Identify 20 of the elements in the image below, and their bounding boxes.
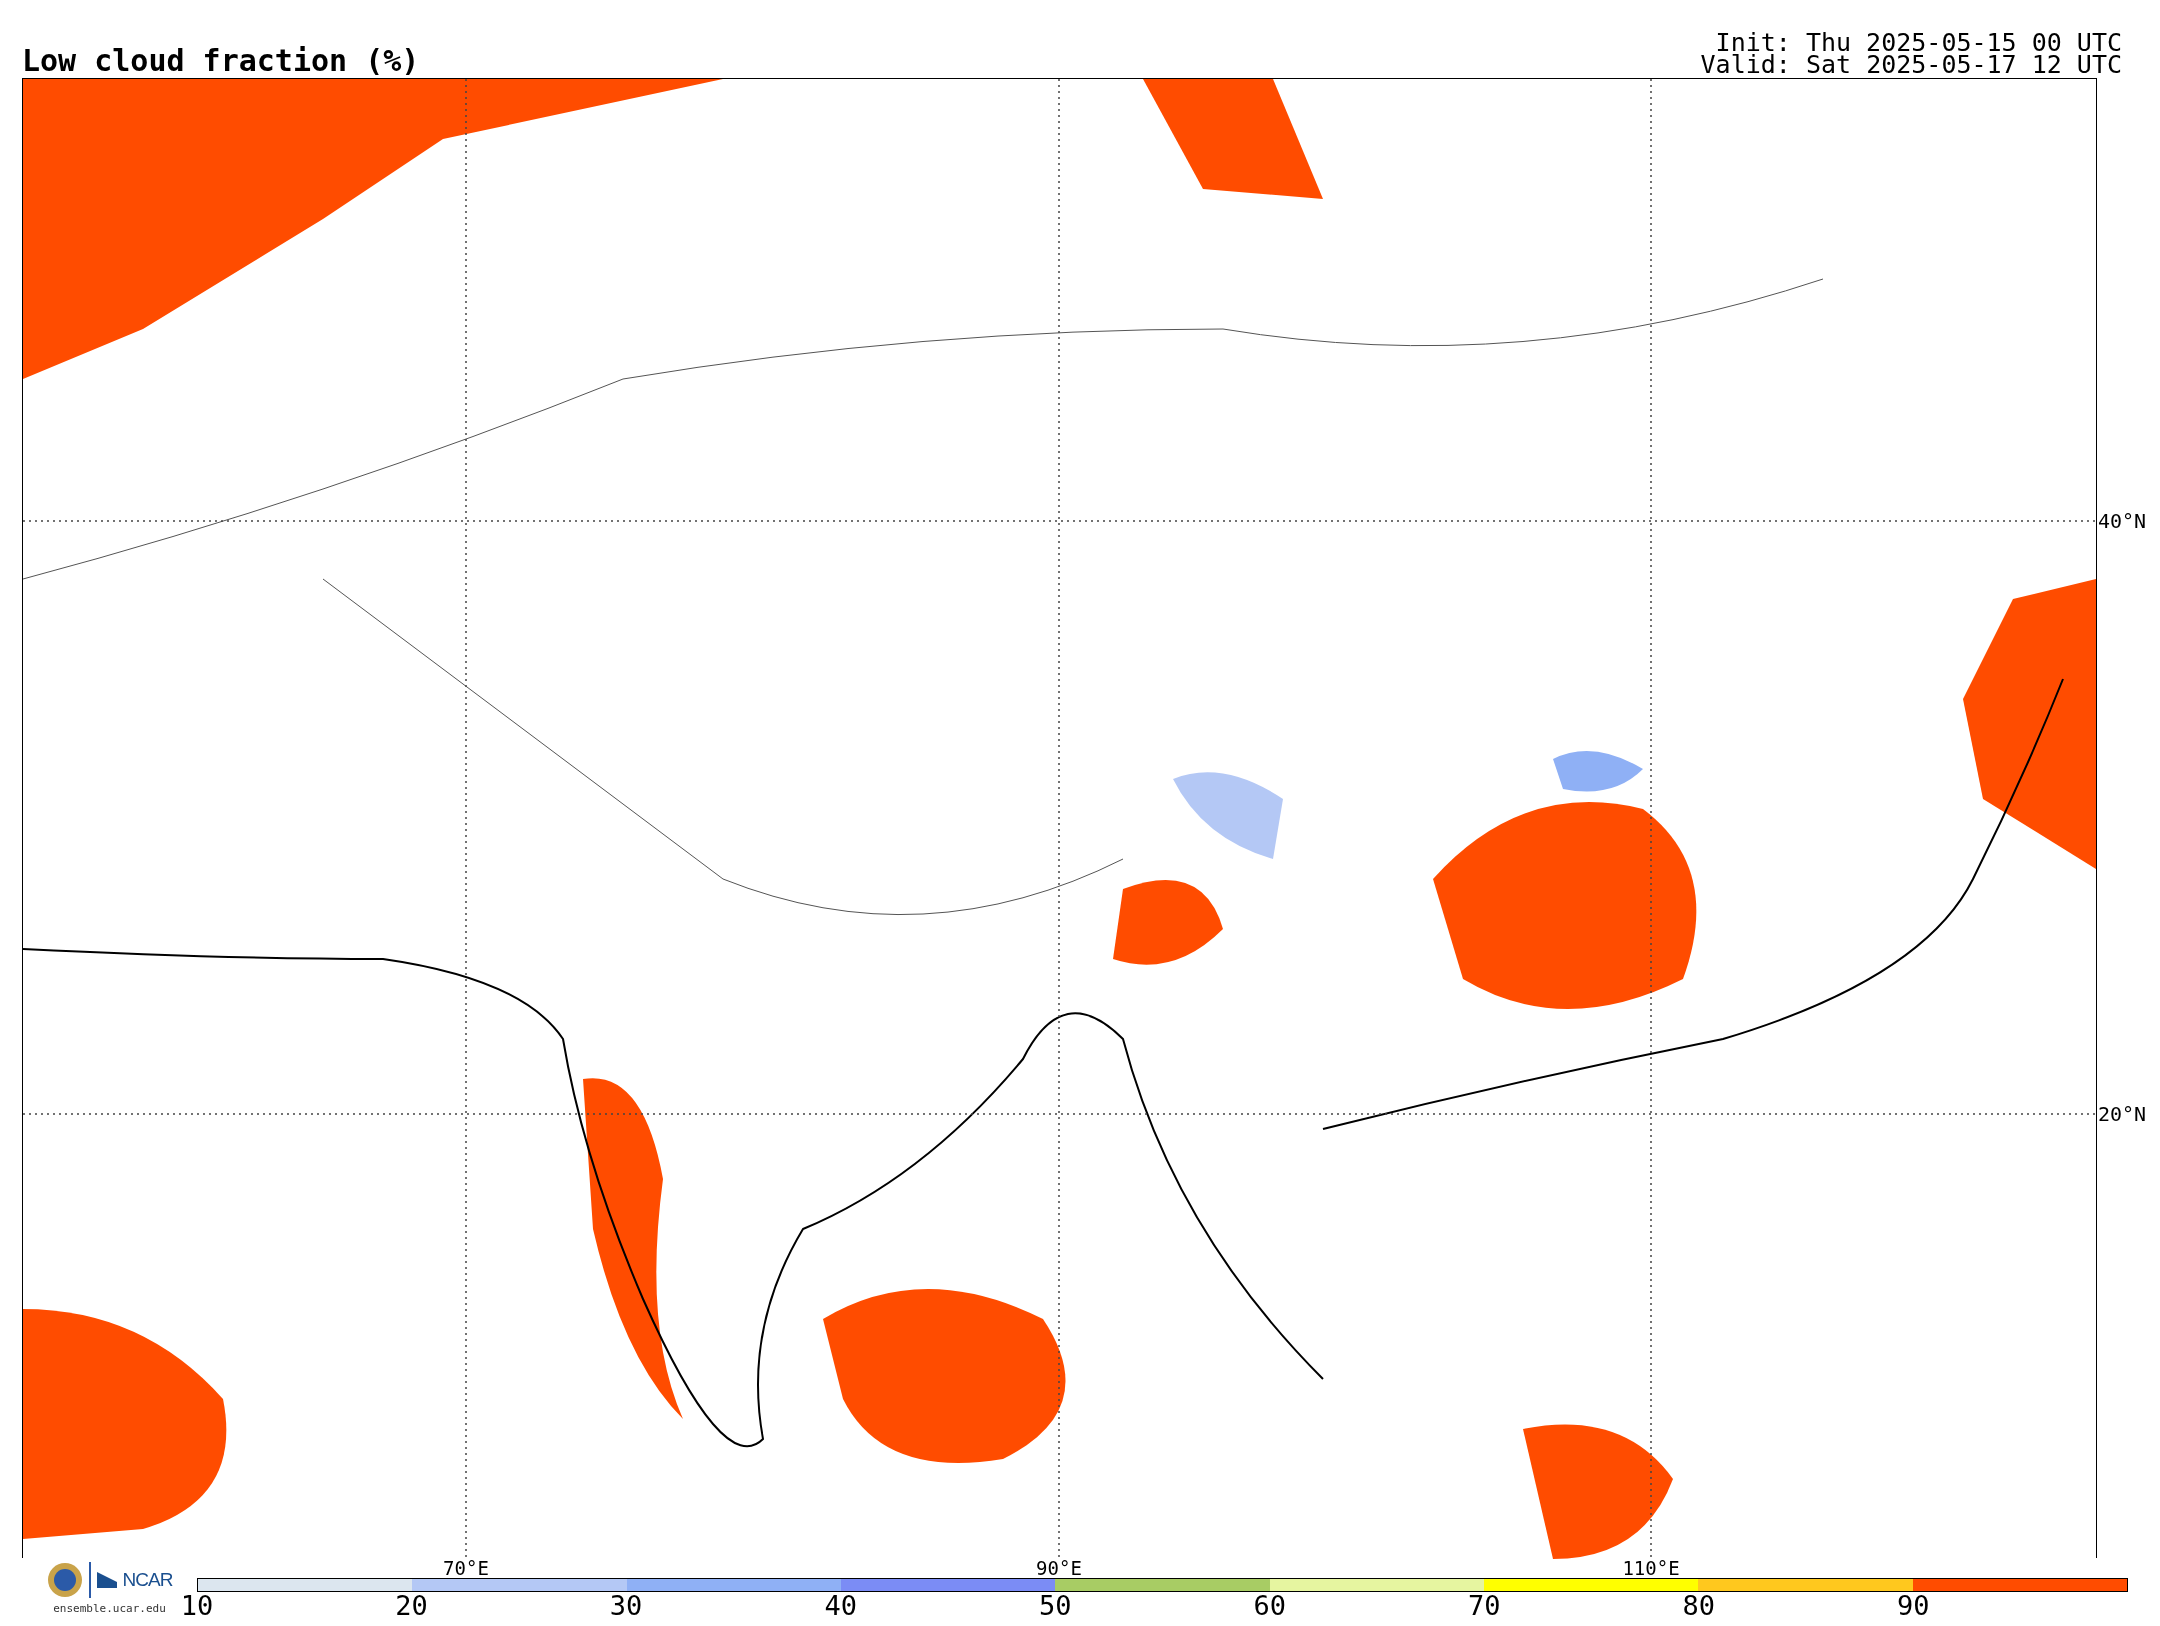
colorbar-tick-label: 20 bbox=[394, 1592, 429, 1619]
colorbar-tick-label: 80 bbox=[1681, 1592, 1717, 1619]
wing-icon bbox=[96, 1572, 117, 1588]
run-time-label: Init: Thu 2025-05-15 00 UTC bbox=[1715, 32, 2122, 54]
chart-title: Low cloud fraction (%) bbox=[22, 46, 420, 76]
run-time-label: Valid: Sat 2025-05-17 12 UTC bbox=[1700, 54, 2122, 76]
colorbar-tick-label: 60 bbox=[1252, 1592, 1287, 1619]
logo-text: NCAR bbox=[122, 1569, 173, 1591]
longitude-label: 70°E bbox=[443, 1559, 489, 1578]
latitude-label: 40°N bbox=[2098, 509, 2147, 533]
colorbar-tick-label: 30 bbox=[608, 1592, 644, 1619]
website-url: ensemble.ucar.edu bbox=[53, 1602, 166, 1615]
longitude-label: 90°E bbox=[1036, 1559, 1082, 1578]
longitude-label: 110°E bbox=[1622, 1559, 1680, 1578]
colorbar-tick-label: 70 bbox=[1467, 1592, 1502, 1619]
colorbar-tick-label: 50 bbox=[1037, 1592, 1073, 1619]
latitude-label: 20°N bbox=[2098, 1102, 2147, 1126]
colorbar-tick-label: 90 bbox=[1896, 1592, 1931, 1619]
seal-icon bbox=[46, 1562, 83, 1598]
colorbar-tick-label: 40 bbox=[823, 1592, 858, 1619]
